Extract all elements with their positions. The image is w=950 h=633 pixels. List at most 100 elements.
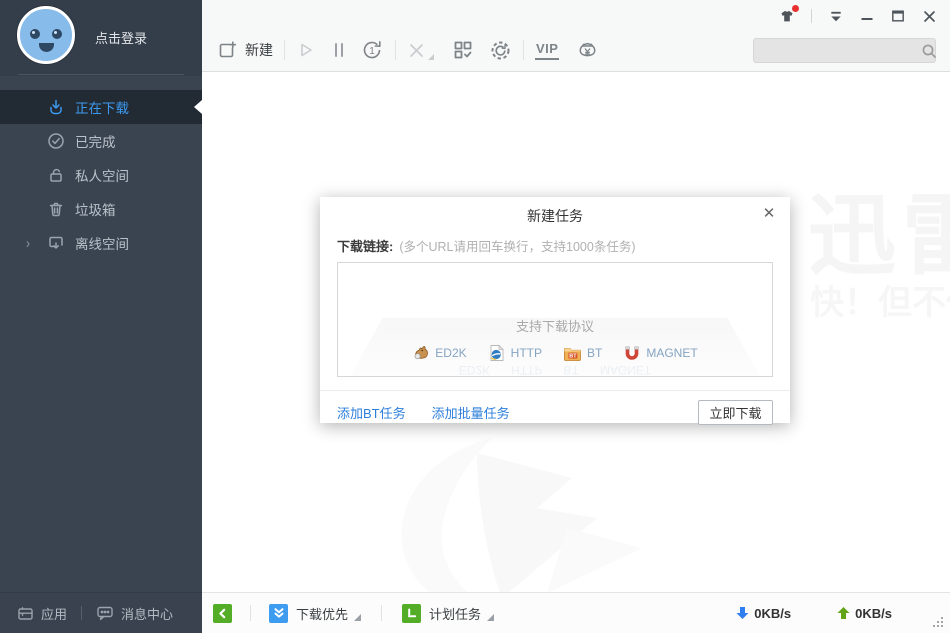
up-arrow-icon [837, 606, 850, 620]
download-priority-label[interactable]: 下载优先 [296, 604, 348, 623]
resize-grip[interactable] [933, 617, 943, 627]
status-bar: 下载优先 计划任务 0KB/s 0KB/s [202, 592, 950, 633]
new-task-dialog: 新建任务 ✕ 下载链接: (多个URL请用回车换行，支持1000条任务) 支持下… [320, 197, 790, 423]
sidebar-footer: 应用 消息中心 [0, 592, 202, 633]
protocol-label: BT [587, 346, 602, 360]
delete-button[interactable] [407, 41, 426, 60]
skin-theme-icon[interactable] [778, 8, 796, 24]
collapse-to-tray-icon[interactable] [827, 8, 845, 24]
down-arrow-icon [736, 606, 749, 620]
sidebar: 点击登录 正在下载 已完成 [0, 0, 202, 633]
svg-text:1: 1 [369, 46, 375, 57]
dialog-footer: 添加BT任务 添加批量任务 立即下载 [337, 400, 773, 425]
apps-button[interactable]: 应用 [17, 604, 67, 623]
new-task-icon [217, 40, 238, 61]
apps-icon [17, 605, 34, 622]
dialog-close-icon[interactable]: ✕ [760, 204, 778, 222]
active-item-notch [194, 100, 202, 114]
close-button[interactable] [920, 8, 938, 24]
download-now-button[interactable]: 立即下载 [698, 400, 773, 425]
divider [523, 40, 524, 60]
download-link-label: 下载链接: [337, 236, 393, 255]
protocol-http: HTTP [488, 344, 542, 362]
divider [284, 40, 285, 60]
divider [81, 606, 82, 620]
watermark-brand: 迅雷 [808, 165, 950, 292]
sidebar-item-offline-space[interactable]: › 离线空间 [0, 226, 202, 260]
upload-speed: 0KB/s [837, 606, 892, 621]
check-circle-icon [46, 132, 65, 151]
download-speed: 0KB/s [736, 606, 791, 621]
collapse-panel-button[interactable] [213, 604, 232, 623]
window-controls [778, 8, 938, 24]
money-bag-icon[interactable] [576, 39, 599, 62]
sidebar-item-label: 离线空间 [75, 233, 129, 253]
divider [320, 390, 790, 391]
upload-speed-value: 0KB/s [855, 606, 892, 621]
sidebar-item-trash[interactable]: 垃圾箱 [0, 192, 202, 226]
sidebar-item-completed[interactable]: 已完成 [0, 124, 202, 158]
sidebar-item-private-space[interactable]: 私人空间 [0, 158, 202, 192]
scheduled-tasks-label[interactable]: 计划任务 [429, 604, 481, 623]
offline-cloud-icon [46, 234, 65, 253]
login-button[interactable]: 点击登录 [95, 28, 147, 47]
protocols-reflection: ED2K HTTP BT MAGNET [459, 364, 651, 376]
protocol-magnet: MAGNET [623, 345, 697, 362]
minimize-button[interactable] [858, 8, 876, 24]
vip-label: VIP [535, 41, 559, 60]
search-icon[interactable] [921, 43, 937, 59]
url-textarea[interactable]: 支持下载协议 ED2K HTTP [337, 262, 773, 377]
protocols-row: ED2K HTTP BT BT [412, 344, 697, 362]
maximize-button[interactable] [889, 8, 907, 24]
retry-download-button[interactable]: 1 [360, 38, 384, 62]
search-input[interactable] [754, 44, 921, 58]
protocol-label: HTTP [511, 346, 542, 360]
toolbar: 新建 1 [202, 28, 599, 72]
protocol-bt: BT BT [563, 345, 602, 362]
delete-dropdown-icon[interactable] [428, 54, 434, 60]
avatar[interactable] [17, 6, 75, 64]
sidebar-nav: 正在下载 已完成 私人空间 垃圾 [0, 90, 202, 260]
divider [381, 605, 382, 621]
avatar-mouth [39, 43, 54, 52]
speed-indicators: 0KB/s 0KB/s [736, 606, 892, 621]
message-center-icon [96, 604, 114, 622]
download-speed-value: 0KB/s [754, 606, 791, 621]
start-button[interactable] [296, 40, 316, 60]
account-area: 点击登录 [0, 0, 202, 76]
download-priority-icon[interactable] [269, 604, 288, 623]
trash-icon [46, 200, 65, 219]
add-batch-task-link[interactable]: 添加批量任务 [432, 403, 510, 422]
divider [395, 40, 396, 60]
download-icon [46, 98, 65, 117]
sidebar-item-downloading[interactable]: 正在下载 [0, 90, 202, 124]
settings-gear-icon[interactable] [489, 39, 512, 62]
add-bt-task-link[interactable]: 添加BT任务 [337, 403, 406, 422]
search-box [753, 38, 936, 63]
sidebar-item-label: 垃圾箱 [75, 199, 116, 219]
protocol-label: MAGNET [646, 346, 697, 360]
chevron-right-icon[interactable]: › [26, 235, 30, 252]
schedule-dropdown-icon[interactable] [487, 614, 494, 621]
vip-button[interactable]: VIP [535, 41, 559, 60]
new-task-button[interactable]: 新建 [217, 40, 273, 61]
pause-button[interactable] [332, 41, 346, 59]
download-link-row: 下载链接: (多个URL请用回车换行，支持1000条任务) [337, 236, 773, 255]
svg-text:BT: BT [569, 353, 577, 359]
magnet-icon [623, 345, 641, 362]
divider [18, 74, 184, 75]
dialog-title: 新建任务 [320, 197, 790, 226]
avatar-eye [30, 29, 40, 39]
bt-folder-icon: BT [563, 345, 582, 362]
lock-open-icon [46, 166, 65, 185]
notification-dot [792, 5, 799, 12]
scheduled-tasks-icon[interactable] [402, 604, 421, 623]
protocol-ed2k: ED2K [412, 344, 466, 362]
message-center-label: 消息中心 [121, 604, 173, 623]
protocol-label: ED2K [435, 346, 466, 360]
priority-dropdown-icon[interactable] [354, 614, 361, 621]
sidebar-item-label: 正在下载 [75, 97, 129, 117]
message-center-button[interactable]: 消息中心 [96, 604, 173, 623]
remote-download-button[interactable] [452, 39, 474, 61]
new-task-label: 新建 [245, 40, 273, 60]
